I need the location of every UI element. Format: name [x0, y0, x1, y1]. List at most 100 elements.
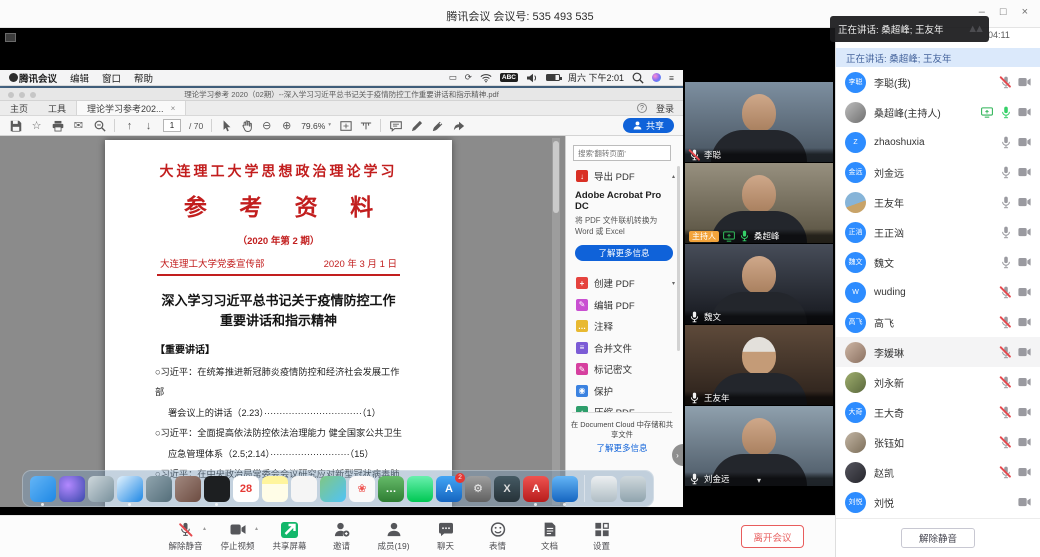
mic-status-icon[interactable]: [1000, 166, 1011, 179]
camera-status-icon[interactable]: [1018, 197, 1031, 207]
participant-row[interactable]: 刘永新: [836, 367, 1040, 397]
unmute-button[interactable]: 解除静音: [901, 528, 975, 548]
camera-status-icon[interactable]: [1018, 497, 1031, 507]
display-icon[interactable]: ▭: [449, 72, 457, 83]
menubar-menu-item[interactable]: 编辑: [70, 71, 89, 85]
send-icon[interactable]: [452, 119, 465, 133]
spotlight-icon[interactable]: [632, 72, 644, 84]
close-button[interactable]: ×: [1022, 7, 1028, 18]
help-icon[interactable]: ?: [637, 103, 647, 113]
dock-icon-trash[interactable]: [620, 476, 646, 502]
collapse-videos-chevron[interactable]: ▾: [757, 476, 761, 485]
toolbar-button-invite[interactable]: 邀请: [318, 520, 365, 552]
tool-item[interactable]: ◉ 保护: [576, 384, 675, 398]
panel-collapse-handle[interactable]: ›: [672, 444, 683, 466]
camera-status-icon[interactable]: [1018, 377, 1031, 387]
toolbar-button-mic[interactable]: 解除静音 ▴: [162, 520, 209, 552]
zoom-minus-icon[interactable]: ⊖: [260, 119, 273, 133]
printer-icon[interactable]: [51, 119, 64, 133]
toolbar-button-chat[interactable]: 聊天: [422, 520, 469, 552]
dock-icon-app-store[interactable]: A2: [436, 476, 462, 502]
caret-up-icon[interactable]: ▴: [203, 525, 206, 532]
select-cursor-icon[interactable]: [220, 119, 233, 133]
dock-icon-photos[interactable]: ❀: [349, 476, 375, 502]
battery-icon[interactable]: [546, 74, 560, 81]
sign-icon[interactable]: [431, 119, 444, 133]
camera-status-icon[interactable]: [1018, 467, 1031, 477]
save-icon[interactable]: [9, 119, 22, 133]
mic-status-icon[interactable]: [1000, 346, 1011, 359]
dock-icon-terminal[interactable]: [204, 476, 230, 502]
participant-row[interactable]: 刘悦 刘悦: [836, 487, 1040, 517]
hand-icon[interactable]: [240, 119, 253, 133]
camera-status-icon[interactable]: [1018, 407, 1031, 417]
toolbar-button-emoji[interactable]: 表情: [474, 520, 521, 552]
toolbar-button-apps[interactable]: 设置: [578, 520, 625, 552]
page-down-icon[interactable]: ↓: [142, 119, 155, 133]
page-up-icon[interactable]: ↑: [123, 119, 136, 133]
participant-row[interactable]: 李聪 李聪(我): [836, 67, 1040, 97]
star-icon[interactable]: ☆: [30, 119, 43, 133]
dock-icon-finder[interactable]: [30, 476, 56, 502]
mic-status-icon[interactable]: [1000, 196, 1011, 209]
camera-status-icon[interactable]: [1018, 257, 1031, 267]
tab-document[interactable]: 理论学习参考202... ×: [76, 101, 186, 115]
toolbar-button-camera[interactable]: 停止视频 ▴: [214, 520, 261, 552]
mic-status-icon[interactable]: [1000, 376, 1011, 389]
zoom-out-icon[interactable]: [93, 119, 106, 133]
menubar-menu-item[interactable]: 帮助: [134, 71, 153, 85]
tool-item[interactable]: ✎ 编辑 PDF: [576, 298, 675, 312]
participant-row[interactable]: 王友年: [836, 187, 1040, 217]
camera-status-icon[interactable]: [1018, 317, 1031, 327]
traffic-light-buttons[interactable]: [8, 92, 36, 98]
camera-status-icon[interactable]: [1018, 167, 1031, 177]
dock-icon-facetime[interactable]: [407, 476, 433, 502]
participant-row[interactable]: 正汹 王正汹: [836, 217, 1040, 247]
zoom-level-dropdown[interactable]: 79.6% ▾: [301, 121, 331, 131]
tool-item[interactable]: ≡ 合并文件: [576, 341, 675, 355]
camera-status-icon[interactable]: [1018, 347, 1031, 357]
panel-scrollbar[interactable]: [677, 166, 680, 351]
wifi-icon[interactable]: [480, 72, 492, 84]
toolbar-button-share-screen[interactable]: 共享屏幕: [266, 520, 313, 552]
caret-up-icon[interactable]: ▴: [255, 525, 258, 532]
refresh-icon[interactable]: ⟳: [465, 72, 472, 83]
camera-status-icon[interactable]: [1018, 437, 1031, 447]
participant-row[interactable]: W wuding: [836, 277, 1040, 307]
tool-item[interactable]: ↕ 压缩 PDF: [576, 405, 675, 412]
tab-tools[interactable]: 工具: [38, 101, 76, 115]
participant-row[interactable]: 李媛琳: [836, 337, 1040, 367]
pencil-icon[interactable]: [410, 119, 423, 133]
dock-icon-system-preferences[interactable]: ⚙: [465, 476, 491, 502]
dock-icon-xquartz[interactable]: X: [494, 476, 520, 502]
tab-close-icon[interactable]: ×: [171, 104, 176, 113]
toolbar-button-docs[interactable]: 文档: [526, 520, 573, 552]
tab-home[interactable]: 主页: [0, 101, 38, 115]
video-tile[interactable]: 刘金远 ▾: [685, 406, 833, 486]
camera-status-icon[interactable]: [1018, 227, 1031, 237]
video-tile[interactable]: 主持人 桑超峰: [685, 163, 833, 243]
dock-icon-notes[interactable]: [262, 476, 288, 502]
participant-row[interactable]: 魏文 魏文: [836, 247, 1040, 277]
participant-row[interactable]: 赵凯: [836, 457, 1040, 487]
tool-item[interactable]: ✎ 标记密文: [576, 362, 675, 376]
document-scrollbar[interactable]: [552, 138, 560, 505]
video-tile[interactable]: 魏文: [685, 244, 833, 324]
dock-icon-documents[interactable]: [591, 476, 617, 502]
mic-status-icon[interactable]: [1000, 316, 1011, 329]
tool-item[interactable]: + 创建 PDF ▾: [576, 276, 675, 290]
fit-width-icon[interactable]: [339, 119, 352, 133]
participant-row[interactable]: 桑超峰(主持人): [836, 97, 1040, 127]
learn-more-button[interactable]: 了解更多信息: [575, 245, 673, 261]
acrobat-share-button[interactable]: 共享: [623, 118, 674, 133]
mic-status-icon[interactable]: [1000, 466, 1011, 479]
maximize-button[interactable]: □: [1000, 7, 1007, 18]
menu-list-icon[interactable]: ≡: [669, 73, 674, 83]
participant-row[interactable]: 张钰如: [836, 427, 1040, 457]
participant-row[interactable]: 大奇 王大奇: [836, 397, 1040, 427]
mic-status-icon[interactable]: [1000, 406, 1011, 419]
dock-icon-launchpad[interactable]: [88, 476, 114, 502]
mic-status-icon[interactable]: [1000, 436, 1011, 449]
learn-more-link[interactable]: 了解更多信息: [566, 442, 678, 454]
dock-icon-calendar[interactable]: 28: [233, 476, 259, 502]
